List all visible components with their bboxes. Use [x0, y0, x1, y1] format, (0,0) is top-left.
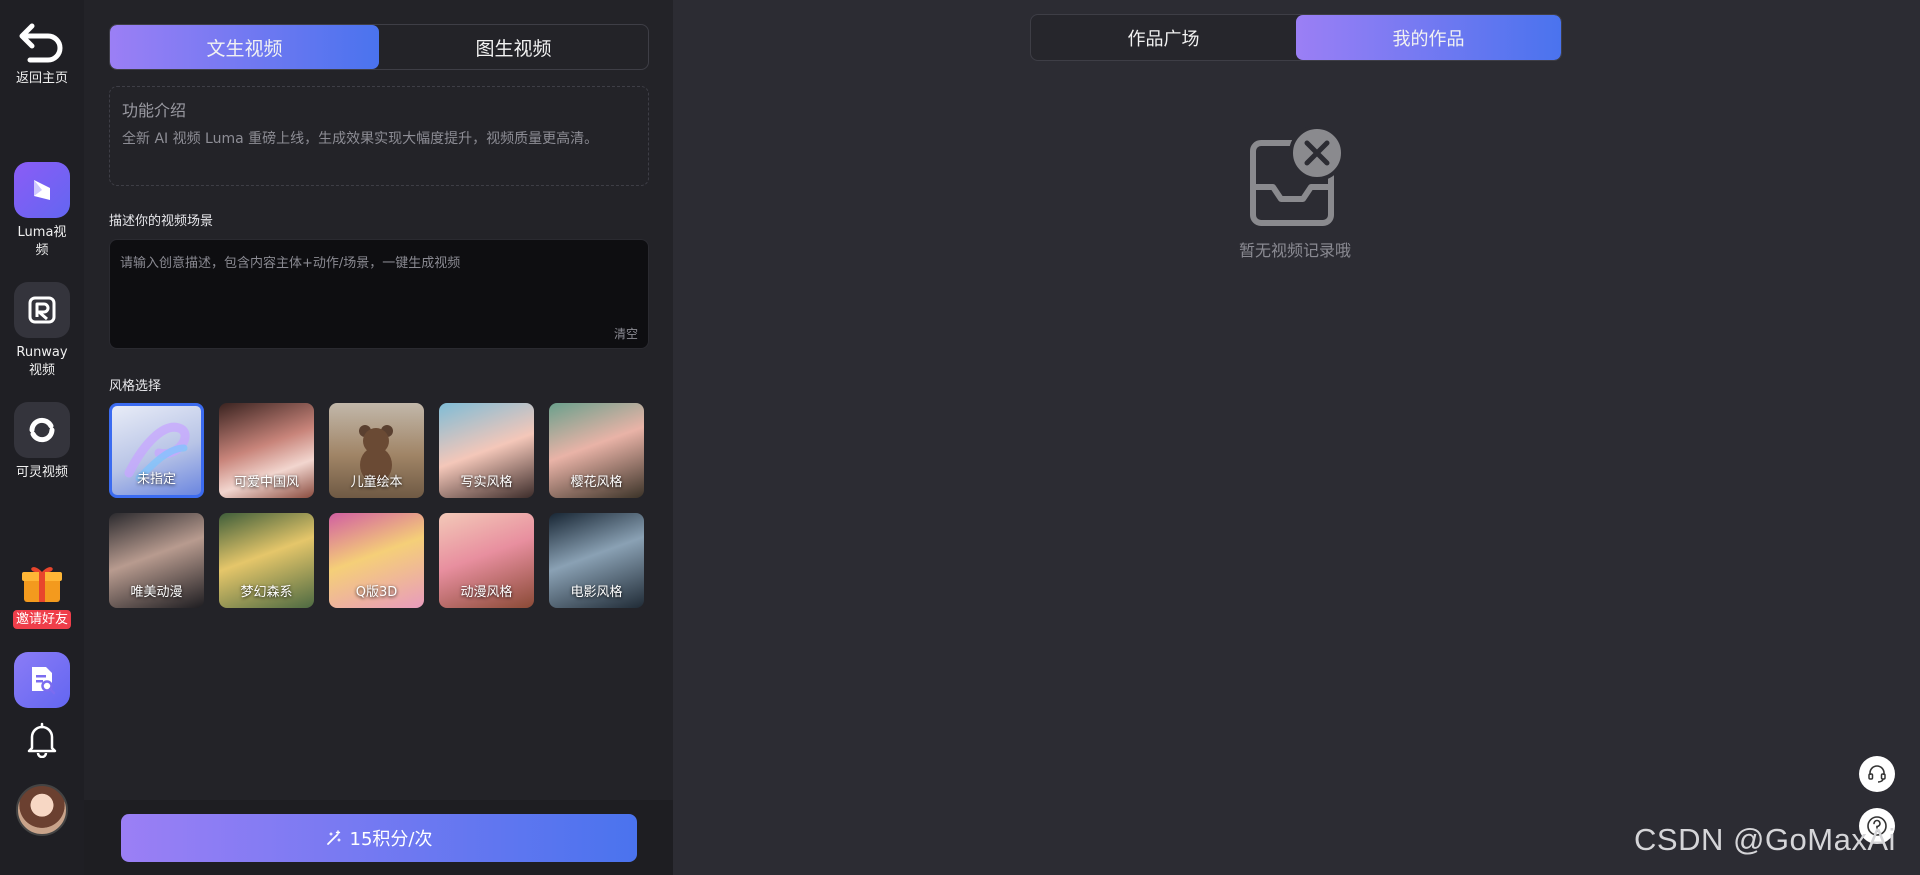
- back-home-icon: [19, 23, 63, 63]
- empty-text: 暂无视频记录哦: [1238, 241, 1351, 260]
- avatar: [16, 784, 68, 836]
- left-rail: 返回主页 Luma视频 Runway视频 可灵视频 邀请好友: [0, 0, 84, 875]
- home-label: 返回主页: [15, 71, 68, 86]
- prompt-label: 描述你的视频场景: [109, 214, 214, 229]
- rail-item-runway[interactable]: Runway视频: [0, 282, 84, 380]
- kling-icon: [29, 417, 55, 443]
- style-name: 唯美动漫: [130, 585, 183, 600]
- style-name: 电影风格: [570, 585, 623, 600]
- document-search-icon: [32, 667, 56, 695]
- prompt-box: 清空: [109, 239, 649, 349]
- kling-tile: [14, 402, 70, 458]
- style-card-cinematic[interactable]: 电影风格: [549, 513, 644, 608]
- style-name: 梦幻森系: [240, 585, 293, 600]
- style-name: 动漫风格: [460, 585, 513, 600]
- style-name: 可爱中国风: [233, 475, 299, 490]
- style-card-chibi-3d[interactable]: Q版3D: [329, 513, 424, 608]
- style-name: 未指定: [136, 472, 176, 487]
- create-panel: 文生视频 图生视频 功能介绍 全新 AI 视频 Luma 重磅上线，生成效果实现…: [84, 0, 673, 875]
- style-name: 儿童绘本: [350, 475, 403, 490]
- notifications-button[interactable]: [0, 722, 84, 762]
- customer-support-button[interactable]: [1859, 756, 1895, 792]
- prompt-input[interactable]: [110, 240, 648, 348]
- tab-my-works[interactable]: 我的作品: [1296, 15, 1561, 60]
- intro-text: 全新 AI 视频 Luma 重磅上线，生成效果实现大幅度提升，视频质量更高清。: [122, 131, 599, 147]
- rail-item-records[interactable]: [0, 652, 84, 714]
- feature-intro: 功能介绍 全新 AI 视频 Luma 重磅上线，生成效果实现大幅度提升，视频质量…: [109, 86, 649, 186]
- intro-title: 功能介绍: [122, 101, 187, 120]
- style-card-sakura[interactable]: 樱花风格: [549, 403, 644, 498]
- mode-tabs: 文生视频 图生视频: [109, 24, 649, 70]
- invite-label: 邀请好友: [12, 610, 71, 629]
- headset-icon: [1868, 765, 1886, 783]
- generate-button[interactable]: 15积分/次: [121, 814, 637, 862]
- watermark: CSDN @GoMaxAi: [1634, 822, 1896, 857]
- style-label: 风格选择: [109, 379, 162, 394]
- style-card-cute-chinese[interactable]: 可爱中国风: [219, 403, 314, 498]
- rail-item-luma[interactable]: Luma视频: [0, 162, 84, 260]
- kling-label: 可灵视频: [15, 465, 68, 480]
- gift-icon: [22, 567, 62, 602]
- rail-item-kling[interactable]: 可灵视频: [0, 402, 84, 482]
- tab-showcase[interactable]: 作品广场: [1031, 15, 1296, 60]
- runway-icon: [28, 296, 56, 324]
- clear-button[interactable]: 清空: [614, 325, 638, 342]
- empty-inbox-icon: [1250, 125, 1345, 226]
- style-name: 樱花风格: [570, 475, 623, 490]
- style-card-unspecified[interactable]: 未指定: [109, 403, 204, 498]
- luma-label: Luma视频: [17, 225, 67, 258]
- home-link[interactable]: 返回主页: [0, 22, 84, 88]
- style-card-fantasy-forest[interactable]: 梦幻森系: [219, 513, 314, 608]
- invite-friends-button[interactable]: 邀请好友: [0, 562, 84, 629]
- luma-tile: [14, 162, 70, 218]
- style-card-picture-book[interactable]: 儿童绘本: [329, 403, 424, 498]
- empty-state: 暂无视频记录哦: [1230, 125, 1360, 261]
- records-tile: [14, 652, 70, 708]
- style-grid: 未指定 可爱中国风 儿童绘本 写实风格 樱花风格 唯美动漫 梦幻森系 Q版3D: [109, 403, 659, 608]
- runway-tile: [14, 282, 70, 338]
- generate-bar: 15积分/次: [84, 800, 673, 875]
- bell-icon: [27, 722, 57, 759]
- style-card-realistic[interactable]: 写实风格: [439, 403, 534, 498]
- gallery-tabs: 作品广场 我的作品: [1030, 14, 1562, 61]
- style-card-aesthetic-anime[interactable]: 唯美动漫: [109, 513, 204, 608]
- magic-wand-icon: [326, 830, 341, 845]
- style-name: 写实风格: [460, 475, 513, 490]
- user-avatar[interactable]: [0, 784, 84, 836]
- tab-text-to-video[interactable]: 文生视频: [110, 25, 379, 69]
- style-card-anime[interactable]: 动漫风格: [439, 513, 534, 608]
- generate-label: 15积分/次: [349, 829, 433, 850]
- luma-icon: [34, 180, 50, 200]
- runway-label: Runway视频: [16, 345, 68, 378]
- style-name: Q版3D: [355, 585, 398, 600]
- tab-image-to-video[interactable]: 图生视频: [379, 25, 648, 69]
